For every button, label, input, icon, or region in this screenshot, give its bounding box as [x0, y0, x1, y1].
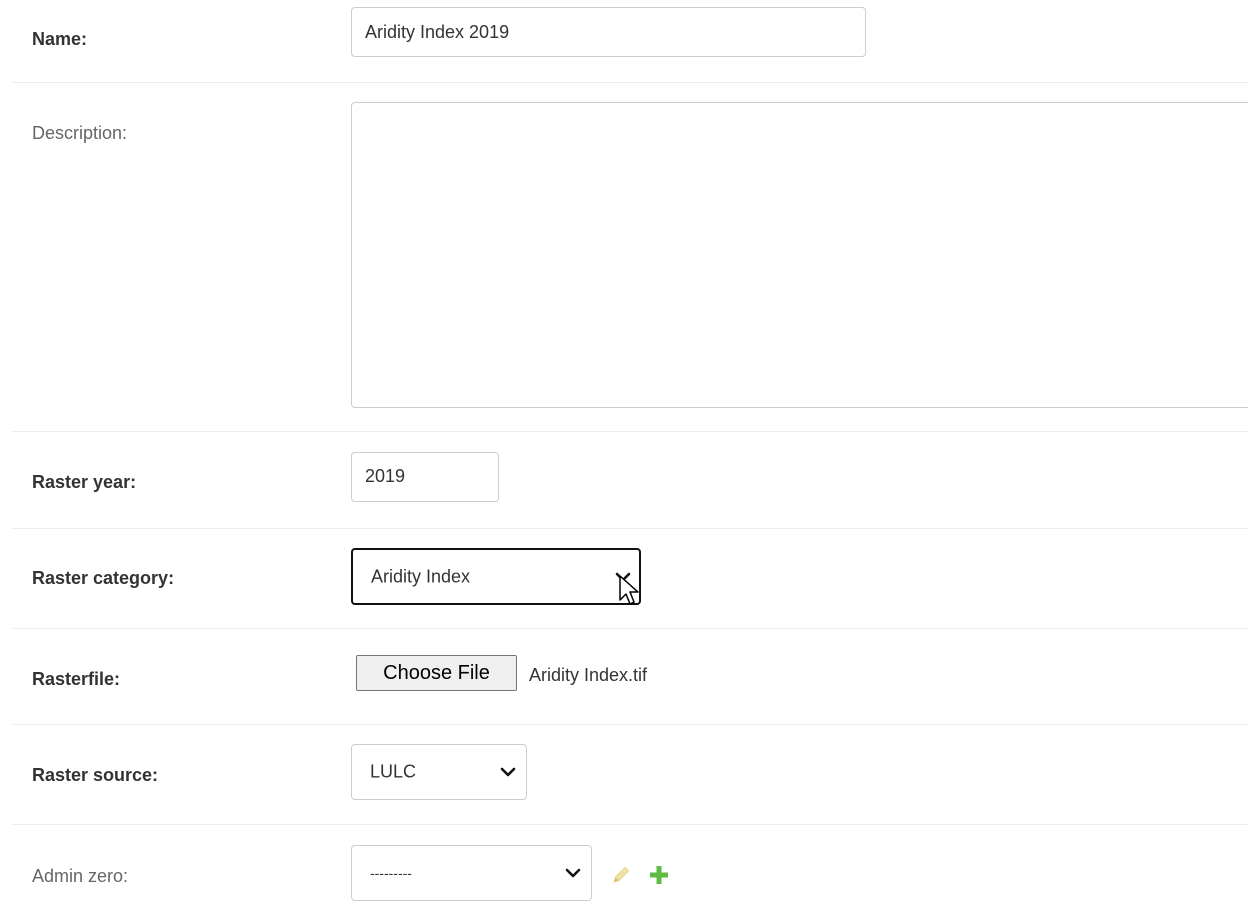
- form-row-rasterfile: Rasterfile: Choose File Aridity Index.ti…: [12, 628, 1248, 725]
- description-label: Description:: [32, 123, 128, 143]
- raster-source-select[interactable]: LULC: [351, 744, 527, 800]
- plus-icon[interactable]: [648, 864, 670, 886]
- raster-category-selected: Aridity Index: [371, 566, 471, 586]
- description-textarea[interactable]: [351, 102, 1248, 408]
- raster-source-label: Raster source:: [32, 765, 159, 785]
- admin-zero-select[interactable]: ---------: [351, 845, 592, 901]
- admin-zero-label: Admin zero:: [32, 866, 129, 886]
- raster-category-label: Raster category:: [32, 568, 175, 588]
- raster-category-select[interactable]: Aridity Index: [351, 548, 641, 605]
- choose-file-button[interactable]: Choose File: [356, 655, 517, 691]
- form-row-raster-year: Raster year: 2019: [12, 431, 1248, 529]
- rasterfile-filename: Aridity Index.tif: [529, 665, 648, 685]
- chevron-down-icon: [500, 767, 516, 777]
- form-row-raster-category: Raster category: Aridity Index: [12, 528, 1248, 629]
- form-row-name: Name: Aridity Index 2019: [12, 0, 1248, 83]
- name-label: Name:: [32, 29, 88, 49]
- chevron-down-icon: [615, 572, 631, 581]
- form-row-raster-source: Raster source: LULC: [12, 724, 1248, 825]
- form-row-description: Description:: [12, 82, 1248, 432]
- raster-year-label: Raster year:: [32, 472, 137, 492]
- name-input[interactable]: Aridity Index 2019: [351, 7, 866, 57]
- chevron-down-icon: [565, 868, 581, 878]
- raster-year-input[interactable]: 2019: [351, 452, 499, 502]
- form-row-admin-zero: Admin zero: ---------: [12, 824, 1248, 920]
- pencil-icon[interactable]: [610, 864, 632, 886]
- rasterfile-label: Rasterfile:: [32, 669, 121, 689]
- admin-zero-selected: ---------: [370, 865, 412, 881]
- raster-source-selected: LULC: [370, 761, 417, 782]
